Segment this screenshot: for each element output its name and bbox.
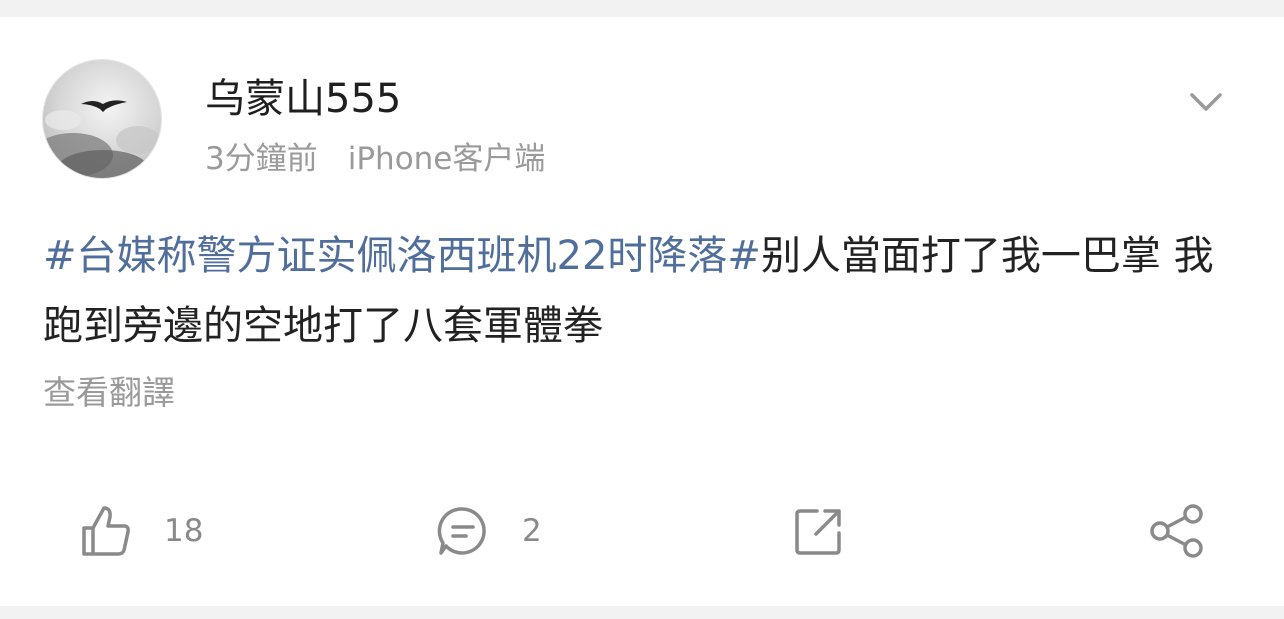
post-card: 乌蒙山555 3分鐘前 iPhone客户端 #台媒称警方证实佩洛西班机22时降落#… bbox=[0, 17, 1284, 606]
comment-count: 2 bbox=[522, 513, 542, 549]
like-button[interactable]: 18 bbox=[80, 499, 203, 563]
thumbs-up-icon bbox=[82, 506, 130, 556]
share-icon bbox=[1150, 504, 1203, 558]
chevron-down-icon[interactable] bbox=[1184, 85, 1228, 117]
topic-link[interactable]: #台媒称警方证实佩洛西班机22时降落# bbox=[43, 233, 761, 279]
avatar-image bbox=[43, 60, 161, 178]
post-source: iPhone客户端 bbox=[347, 141, 546, 177]
post-time: 3分鐘前 bbox=[205, 141, 318, 177]
post-meta: 3分鐘前 iPhone客户端 bbox=[205, 139, 545, 179]
share-button[interactable] bbox=[1148, 499, 1206, 563]
like-count: 18 bbox=[164, 513, 204, 549]
avatar[interactable] bbox=[42, 59, 162, 179]
translate-link[interactable]: 查看翻譯 bbox=[43, 371, 175, 415]
comment-icon bbox=[437, 507, 486, 555]
comment-button[interactable]: 2 bbox=[436, 499, 542, 563]
post-content: #台媒称警方证实佩洛西班机22时降落#别人當面打了我一巴掌 我跑到旁邊的空地打了… bbox=[43, 221, 1223, 361]
repost-icon bbox=[795, 509, 841, 555]
author-name[interactable]: 乌蒙山555 bbox=[205, 73, 401, 125]
repost-button[interactable] bbox=[792, 499, 846, 563]
